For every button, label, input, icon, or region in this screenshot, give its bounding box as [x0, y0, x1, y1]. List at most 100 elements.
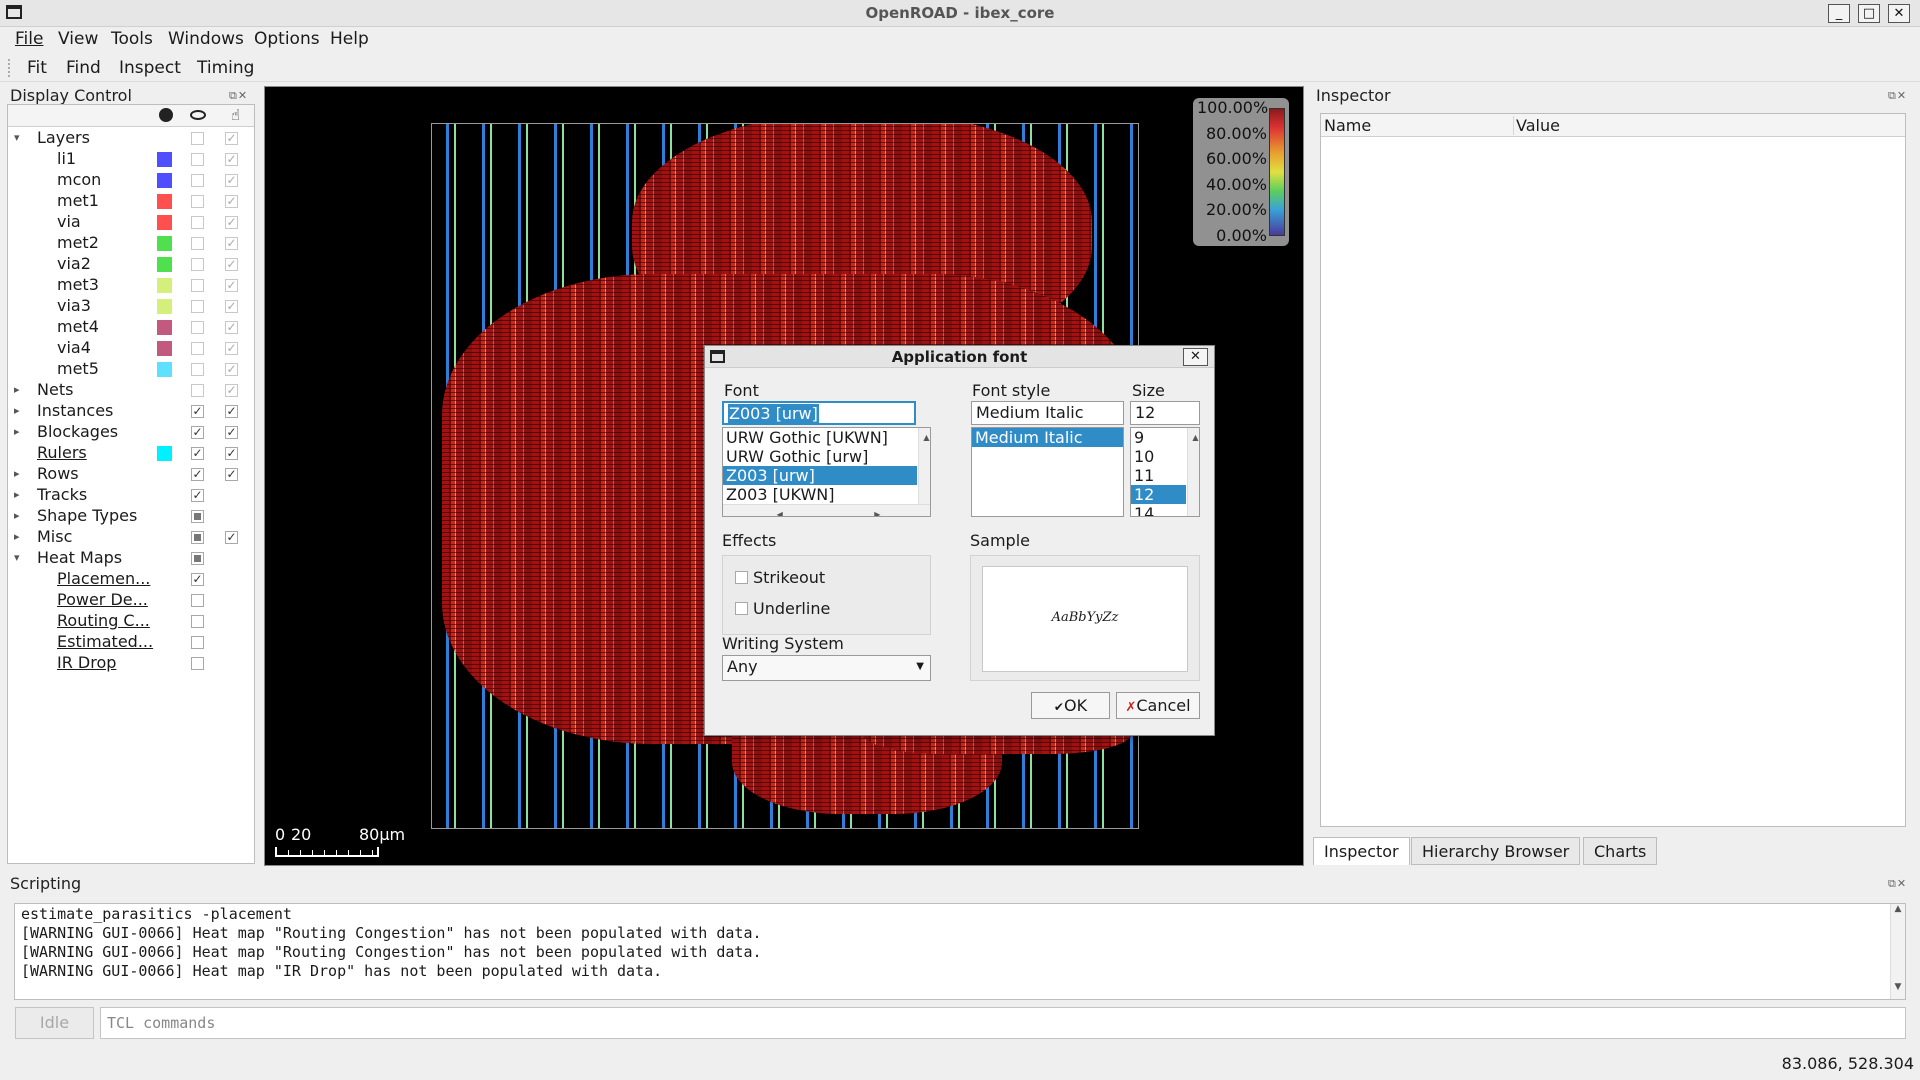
visible-checkbox[interactable]: [191, 342, 204, 355]
visible-checkbox[interactable]: [191, 153, 204, 166]
layer-color-swatch[interactable]: [157, 299, 172, 314]
selectable-checkbox[interactable]: ✓: [225, 384, 238, 397]
visible-checkbox[interactable]: [191, 552, 204, 565]
chevron-down-icon[interactable]: ▾: [14, 131, 26, 144]
tree-row[interactable]: met1 ✓: [8, 191, 254, 212]
size-input[interactable]: 12: [1130, 401, 1200, 425]
visible-checkbox[interactable]: ✓: [191, 573, 204, 586]
tree-row[interactable]: ▸ Instances ✓ ✓: [8, 401, 254, 422]
tree-row[interactable]: Power De...: [8, 590, 254, 611]
selectable-checkbox[interactable]: ✓: [225, 447, 238, 460]
tree-row[interactable]: IR Drop: [8, 653, 254, 674]
tree-row[interactable]: met4 ✓: [8, 317, 254, 338]
tree-row[interactable]: met5 ✓: [8, 359, 254, 380]
tree-row[interactable]: met3 ✓: [8, 275, 254, 296]
selectable-checkbox[interactable]: ✓: [225, 237, 238, 250]
selectable-checkbox[interactable]: ✓: [225, 405, 238, 418]
tree-row[interactable]: ▸ Blockages ✓ ✓: [8, 422, 254, 443]
tree-row[interactable]: Routing C...: [8, 611, 254, 632]
tree-row[interactable]: met2 ✓: [8, 233, 254, 254]
selectable-checkbox[interactable]: ✓: [225, 426, 238, 439]
visible-checkbox[interactable]: [191, 279, 204, 292]
tree-row[interactable]: ▸ Misc ✓: [8, 527, 254, 548]
selectable-checkbox[interactable]: ✓: [225, 342, 238, 355]
selectable-checkbox[interactable]: ✓: [225, 363, 238, 376]
visible-checkbox[interactable]: [191, 615, 204, 628]
selectable-checkbox[interactable]: ✓: [225, 279, 238, 292]
selectable-checkbox[interactable]: ✓: [225, 468, 238, 481]
layer-color-swatch[interactable]: [157, 446, 172, 461]
list-item-selected[interactable]: Z003 [urw]: [723, 466, 917, 485]
font-list-hscrollbar[interactable]: ◀ ▶: [723, 504, 930, 516]
display-control-tree[interactable]: ☝ ▾ Layers ✓ li1 ✓ mcon ✓ met1 ✓ via ✓ met2 ✓ via2 ✓ me…: [7, 104, 255, 864]
chevron-right-icon[interactable]: ▸: [14, 383, 26, 396]
chevron-down-icon[interactable]: ▾: [14, 551, 26, 564]
visible-checkbox[interactable]: [191, 657, 204, 670]
visible-checkbox[interactable]: [191, 321, 204, 334]
visible-checkbox[interactable]: [191, 216, 204, 229]
chevron-right-icon[interactable]: ▸: [14, 530, 26, 543]
list-item[interactable]: 10: [1131, 447, 1186, 466]
tree-row[interactable]: via4 ✓: [8, 338, 254, 359]
menu-tools[interactable]: Tools: [111, 29, 153, 49]
selectable-checkbox[interactable]: ✓: [225, 195, 238, 208]
visible-checkbox[interactable]: [191, 132, 204, 145]
tree-row[interactable]: via2 ✓: [8, 254, 254, 275]
visible-checkbox[interactable]: ✓: [191, 426, 204, 439]
visible-checkbox[interactable]: [191, 384, 204, 397]
tree-row[interactable]: li1 ✓: [8, 149, 254, 170]
tab-charts[interactable]: Charts: [1583, 837, 1658, 865]
chevron-right-icon[interactable]: ▸: [14, 425, 26, 438]
selectable-checkbox[interactable]: ✓: [225, 216, 238, 229]
scripting-dock-icons[interactable]: ⧉✕: [1888, 877, 1907, 891]
layer-color-swatch[interactable]: [157, 320, 172, 335]
tree-row[interactable]: Estimated...: [8, 632, 254, 653]
menu-view[interactable]: View: [58, 29, 98, 49]
list-item[interactable]: 14: [1131, 504, 1186, 516]
layer-color-swatch[interactable]: [157, 257, 172, 272]
inspector-table[interactable]: Name Value: [1320, 113, 1906, 827]
strikeout-label[interactable]: Strikeout: [753, 568, 825, 587]
dialog-close-button[interactable]: ✕: [1183, 348, 1208, 366]
timing-button[interactable]: Timing: [197, 58, 254, 78]
font-list[interactable]: URW Gothic [UKWN] URW Gothic [urw] Z003 …: [722, 427, 931, 517]
list-item[interactable]: 9: [1131, 428, 1186, 447]
output-scrollbar[interactable]: ▲ ▼: [1890, 904, 1905, 999]
visible-checkbox[interactable]: [191, 531, 204, 544]
font-style-input[interactable]: Medium Italic: [971, 401, 1124, 425]
tree-row[interactable]: ▸ Tracks ✓: [8, 485, 254, 506]
tree-row[interactable]: Placemen... ✓: [8, 569, 254, 590]
list-item[interactable]: URW Gothic [urw]: [723, 447, 917, 466]
layer-color-swatch[interactable]: [157, 173, 172, 188]
tree-row[interactable]: ▾ Heat Maps: [8, 548, 254, 569]
size-list-scrollbar[interactable]: ▲▼: [1187, 428, 1199, 516]
layer-color-swatch[interactable]: [157, 362, 172, 377]
writing-system-select[interactable]: Any ▼: [722, 655, 931, 681]
list-item-selected[interactable]: 12: [1131, 485, 1186, 504]
menu-help[interactable]: Help: [330, 29, 369, 49]
tree-row[interactable]: ▸ Rows ✓ ✓: [8, 464, 254, 485]
visible-checkbox[interactable]: ✓: [191, 489, 204, 502]
layer-color-swatch[interactable]: [157, 236, 172, 251]
tab-inspector[interactable]: Inspector: [1313, 837, 1410, 865]
visible-checkbox[interactable]: [191, 363, 204, 376]
cancel-button[interactable]: ✗Cancel: [1116, 692, 1200, 719]
toolbar-grip-icon[interactable]: [8, 59, 14, 77]
chevron-right-icon[interactable]: ▸: [14, 509, 26, 522]
inspector-dock-icons[interactable]: ⧉✕: [1888, 89, 1907, 103]
underline-label[interactable]: Underline: [753, 599, 830, 618]
ok-button[interactable]: ✔OK: [1031, 692, 1110, 719]
script-output[interactable]: estimate_parasitics -placement [WARNING …: [14, 903, 1906, 1000]
menu-file[interactable]: File: [15, 29, 43, 49]
column-name[interactable]: Name: [1324, 116, 1371, 135]
visible-checkbox[interactable]: [191, 510, 204, 523]
chevron-right-icon[interactable]: ▸: [14, 488, 26, 501]
visible-checkbox[interactable]: [191, 636, 204, 649]
layer-color-swatch[interactable]: [157, 215, 172, 230]
chevron-right-icon[interactable]: ▸: [14, 404, 26, 417]
underline-checkbox[interactable]: [735, 602, 748, 615]
selectable-checkbox[interactable]: ✓: [225, 153, 238, 166]
visible-checkbox[interactable]: [191, 258, 204, 271]
visible-checkbox[interactable]: [191, 300, 204, 313]
tree-row[interactable]: Rulers ✓ ✓: [8, 443, 254, 464]
